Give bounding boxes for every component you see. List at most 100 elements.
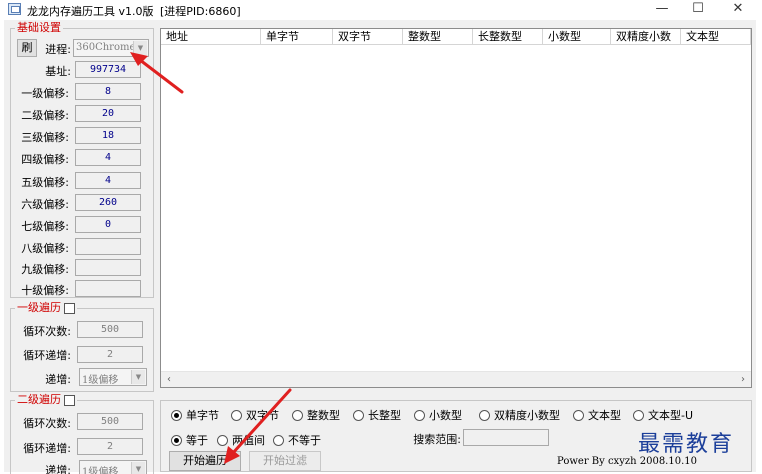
radio-icon[interactable]: [231, 409, 242, 421]
base-address-label: 基址:: [45, 65, 71, 78]
offset-6-label: 六级偏移:: [21, 198, 69, 211]
type-byte-radio[interactable]: 单字节: [171, 407, 219, 423]
results-list[interactable]: 地址 单字节 双字节 整数型 长整数型 小数型 双精度小数 文本型 ‹ ›: [160, 28, 752, 388]
search-range-label: 搜索范围:: [413, 433, 461, 446]
radio-icon[interactable]: [292, 409, 303, 421]
offset-1-label: 一级偏移:: [21, 87, 69, 100]
column-float[interactable]: 小数型: [543, 29, 611, 45]
offset-5-field[interactable]: 4: [75, 172, 141, 189]
increment-select[interactable]: 1级偏移 ▼: [79, 368, 147, 386]
radio-icon[interactable]: [273, 434, 284, 446]
loop-count-label: 循环次数:: [23, 417, 71, 430]
process-select-value: 360ChromeX.: [76, 42, 136, 53]
base-settings-legend: 基础设置: [15, 21, 63, 35]
type-int-label: 整数型: [307, 409, 340, 422]
scroll-right-icon[interactable]: ›: [735, 372, 751, 388]
offset-7-label: 七级偏移:: [21, 220, 69, 233]
radio-icon[interactable]: [573, 409, 584, 421]
refresh-process-button[interactable]: 刷: [17, 39, 37, 57]
horizontal-scrollbar[interactable]: ‹ ›: [161, 371, 751, 387]
offset-2-label: 二级偏移:: [21, 109, 69, 122]
offset-4-label: 四级偏移:: [21, 153, 69, 166]
radio-icon[interactable]: [353, 409, 364, 421]
type-text-radio[interactable]: 文本型: [573, 407, 621, 423]
offset-1-field[interactable]: 8: [75, 83, 141, 100]
loop-increment-label: 循环递增:: [23, 442, 71, 455]
column-address[interactable]: 地址: [161, 29, 261, 45]
increment-select[interactable]: 1级偏移 ▼: [79, 460, 147, 474]
traverse-level1-group: 一级遍历 循环次数: 500 循环递增: 2 递增: 1级偏移 ▼: [10, 301, 154, 392]
type-text-unicode-radio[interactable]: 文本型-U: [633, 407, 693, 423]
type-int-radio[interactable]: 整数型: [292, 407, 340, 423]
column-text[interactable]: 文本型: [681, 29, 751, 45]
column-int[interactable]: 整数型: [403, 29, 473, 45]
traverse-level1-checkbox[interactable]: [64, 302, 75, 314]
client-area: 基础设置 刷 进程: 360ChromeX. ▼ 基址: 997734 一级偏移…: [4, 20, 756, 474]
condition-between-radio[interactable]: 两值间: [217, 432, 265, 448]
offset-6-field[interactable]: 260: [75, 194, 141, 211]
column-long[interactable]: 长整数型: [473, 29, 543, 45]
type-double-label: 双精度小数型: [494, 409, 560, 422]
condition-not-equal-radio[interactable]: 不等于: [273, 432, 321, 448]
offset-3-field[interactable]: 18: [75, 127, 141, 144]
offset-9-field[interactable]: [75, 259, 141, 276]
condition-equal-label: 等于: [186, 434, 208, 447]
search-range-field[interactable]: [463, 429, 549, 446]
maximize-button[interactable]: ☐: [678, 0, 718, 20]
start-traverse-button[interactable]: 开始遍历: [169, 451, 241, 471]
increment-label: 递增:: [45, 373, 71, 386]
radio-icon[interactable]: [633, 409, 644, 421]
watermark-logo: 最需教育: [638, 432, 735, 457]
minimize-button[interactable]: —: [642, 0, 682, 20]
title-bar: 龙龙内存遍历工具 v1.0版 [进程PID:6860] — ☐ ✕: [0, 0, 762, 20]
base-settings-legend-text: 基础设置: [17, 21, 61, 34]
offset-7-field[interactable]: 0: [75, 216, 141, 233]
offset-10-field[interactable]: [75, 280, 141, 297]
close-button[interactable]: ✕: [718, 0, 758, 20]
results-list-header: 地址 单字节 双字节 整数型 长整数型 小数型 双精度小数 文本型: [161, 29, 751, 45]
base-address-field[interactable]: 997734: [75, 61, 141, 78]
traverse-level2-checkbox[interactable]: [64, 394, 75, 406]
type-short-label: 双字节: [246, 409, 279, 422]
chevron-down-icon[interactable]: ▼: [133, 41, 147, 55]
window-title: 龙龙内存遍历工具 v1.0版: [27, 5, 154, 18]
offset-4-field[interactable]: 4: [75, 149, 141, 166]
loop-increment-label: 循环递增:: [23, 349, 71, 362]
column-double[interactable]: 双精度小数: [611, 29, 681, 45]
start-filter-button[interactable]: 开始过滤: [249, 451, 321, 471]
chevron-down-icon[interactable]: ▼: [131, 370, 145, 384]
type-byte-label: 单字节: [186, 409, 219, 422]
radio-icon[interactable]: [414, 409, 425, 421]
offset-8-field[interactable]: [75, 238, 141, 255]
chevron-down-icon[interactable]: ▼: [131, 462, 145, 474]
loop-increment-field[interactable]: 2: [77, 346, 143, 363]
condition-not-equal-label: 不等于: [288, 434, 321, 447]
column-short[interactable]: 双字节: [333, 29, 403, 45]
scroll-left-icon[interactable]: ‹: [161, 372, 177, 388]
process-pid-label: [进程PID:6860]: [160, 5, 241, 18]
loop-count-field[interactable]: 500: [77, 321, 143, 338]
loop-count-label: 循环次数:: [23, 325, 71, 338]
loop-increment-field[interactable]: 2: [77, 438, 143, 455]
loop-count-field[interactable]: 500: [77, 413, 143, 430]
type-float-label: 小数型: [429, 409, 462, 422]
condition-equal-radio[interactable]: 等于: [171, 432, 208, 448]
increment-label: 递增:: [45, 464, 71, 474]
column-byte[interactable]: 单字节: [261, 29, 333, 45]
base-settings-group: 基础设置 刷 进程: 360ChromeX. ▼ 基址: 997734 一级偏移…: [10, 21, 154, 298]
radio-icon[interactable]: [479, 409, 490, 421]
radio-selected-icon[interactable]: [171, 434, 182, 446]
traverse-level2-group: 二级遍历 循环次数: 500 循环递增: 2 递增: 1级偏移 ▼: [10, 393, 154, 474]
type-long-radio[interactable]: 长整型: [353, 407, 401, 423]
radio-selected-icon[interactable]: [171, 409, 182, 421]
type-float-radio[interactable]: 小数型: [414, 407, 462, 423]
type-short-radio[interactable]: 双字节: [231, 407, 279, 423]
type-text-unicode-label: 文本型-U: [648, 409, 694, 422]
offset-2-field[interactable]: 20: [75, 105, 141, 122]
traverse-level1-legend-text: 一级遍历: [17, 301, 61, 314]
process-label: 进程:: [45, 43, 71, 56]
type-double-radio[interactable]: 双精度小数型: [479, 407, 560, 423]
offset-3-label: 三级偏移:: [21, 131, 69, 144]
process-select[interactable]: 360ChromeX. ▼: [73, 39, 149, 57]
radio-icon[interactable]: [217, 434, 228, 446]
